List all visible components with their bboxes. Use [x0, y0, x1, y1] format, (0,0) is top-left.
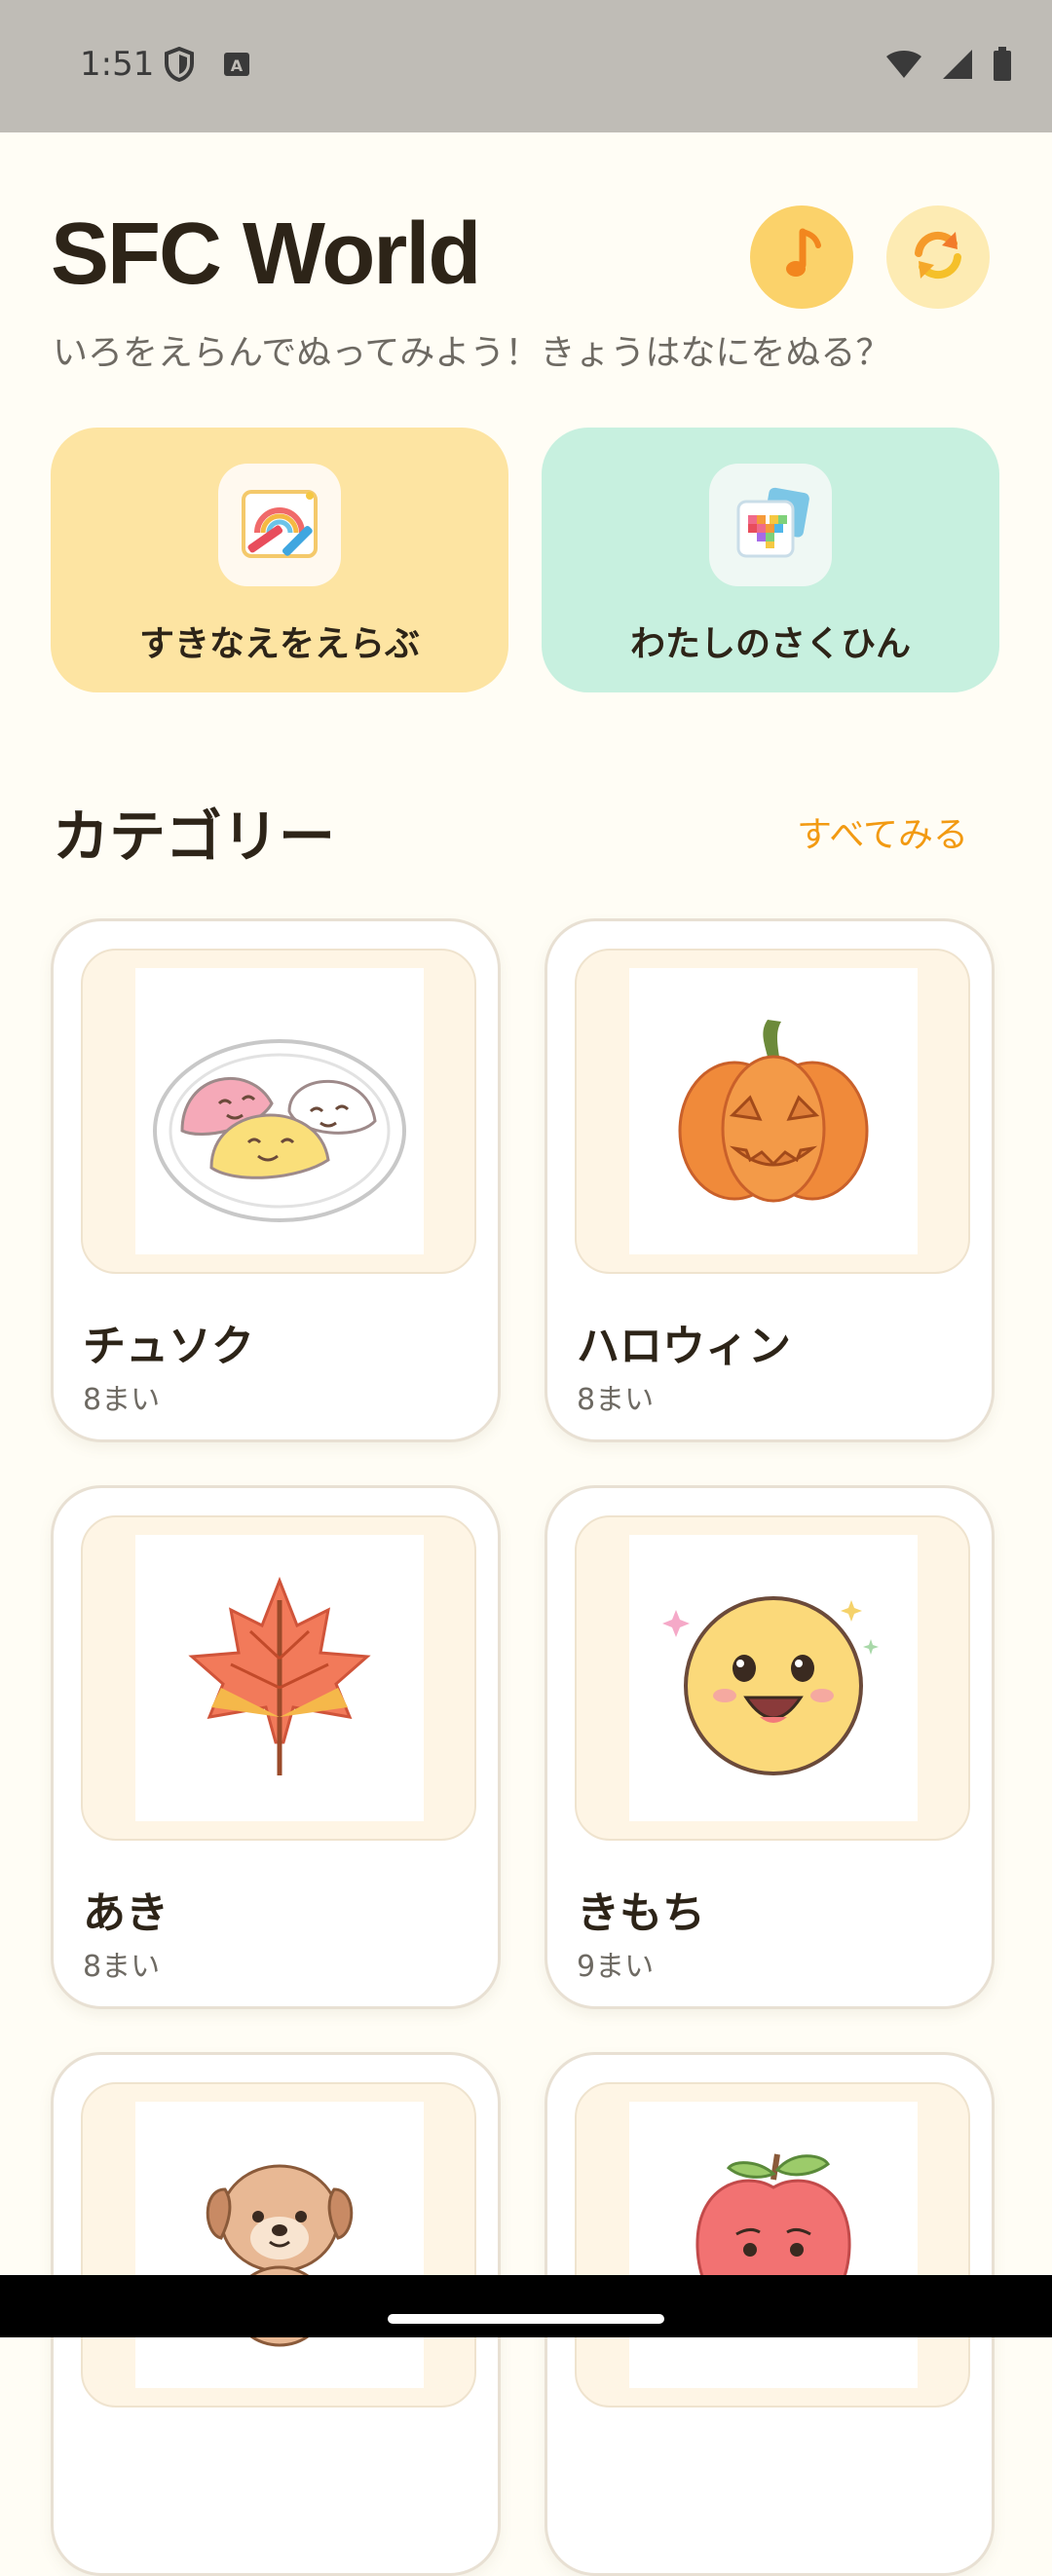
category-count: 8まい — [577, 1383, 655, 1417]
see-all-link[interactable]: すべてみる — [797, 806, 968, 857]
category-name: あき — [83, 1888, 169, 1938]
category-name: ハロウィン — [577, 1322, 791, 1371]
shield-icon — [164, 46, 195, 86]
status-time: 1:51 — [80, 45, 155, 84]
category-card-chuseok[interactable]: チュソク 8まい — [51, 918, 501, 1442]
category-card-halloween[interactable]: ハロウィン 8まい — [545, 918, 995, 1442]
home-gesture-handle[interactable] — [388, 2314, 664, 2324]
pixel-heart-gallery-icon — [709, 464, 832, 586]
songpyeon-image — [153, 1039, 406, 1222]
category-count: 8まい — [83, 1950, 161, 1984]
pick-picture-button[interactable]: すきなえをえらぶ — [51, 428, 508, 692]
page-title: SFC World — [51, 205, 481, 303]
refresh-button[interactable] — [886, 205, 990, 309]
category-count: 9まい — [577, 1950, 655, 1984]
jack-o-lantern-image — [678, 1020, 869, 1203]
categories-title: カテゴリー — [53, 803, 336, 870]
my-works-button[interactable]: わたしのさくひん — [542, 428, 999, 692]
pick-picture-label: すきなえをえらぶ — [138, 624, 420, 664]
maple-leaf-image — [188, 1576, 371, 1775]
music-button[interactable] — [750, 205, 853, 309]
category-card-feelings[interactable]: きもち 9まい — [545, 1485, 995, 2009]
navigation-bar — [0, 2275, 1052, 2337]
music-note-icon — [777, 226, 826, 288]
my-works-label: わたしのさくひん — [629, 624, 911, 664]
category-count: 8まい — [83, 1383, 161, 1417]
category-card-autumn[interactable]: あき 8まい — [51, 1485, 501, 2009]
status-bar: 1:51 A — [0, 0, 1052, 132]
category-name: チュソク — [83, 1322, 254, 1371]
page-subtitle: いろをえらんでぬってみよう！きょうはなにをぬる？ — [53, 333, 891, 373]
signal-icon — [941, 48, 974, 85]
happy-face-image — [662, 1596, 879, 1775]
keyboard-a-icon: A — [222, 50, 251, 83]
category-name: きもち — [577, 1888, 705, 1938]
rainbow-crayon-icon — [218, 464, 341, 586]
wifi-icon — [884, 49, 923, 84]
refresh-icon — [909, 226, 967, 288]
battery-icon — [992, 47, 1013, 86]
svg-text:A: A — [231, 56, 244, 75]
